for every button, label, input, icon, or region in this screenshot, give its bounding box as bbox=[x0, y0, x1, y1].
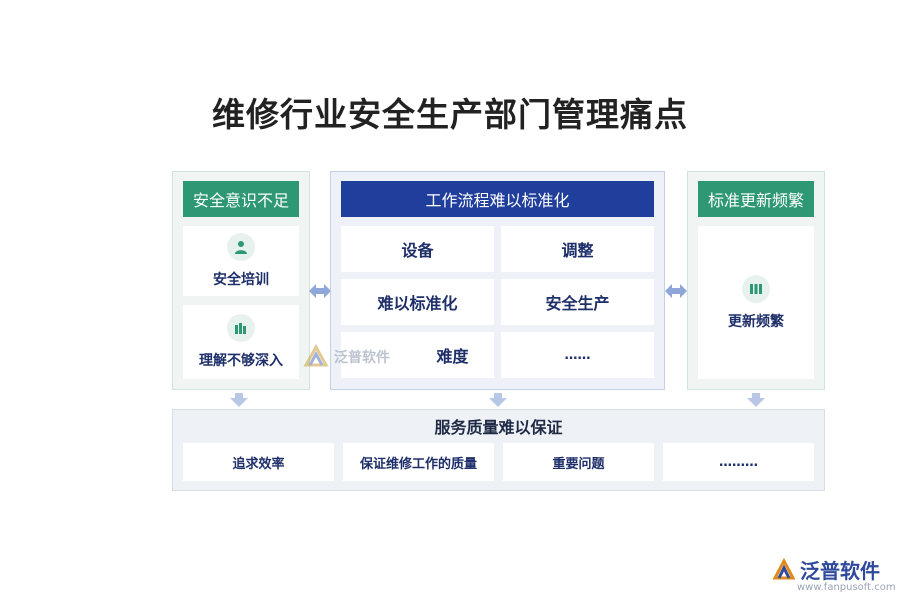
cell-ensure-quality: 保证维修工作的质量 bbox=[343, 443, 494, 481]
double-arrow-icon bbox=[309, 284, 331, 298]
panel-service-quality: 服务质量难以保证 追求效率 保证维修工作的质量 重要问题 ……… bbox=[172, 409, 825, 491]
card-safety-training-label: 安全培训 bbox=[213, 272, 269, 288]
cell-pursue-efficiency: 追求效率 bbox=[183, 443, 334, 481]
down-arrow-icon bbox=[230, 393, 248, 407]
panel-safety-awareness: 安全意识不足 安全培训 理解不够深入 bbox=[172, 171, 310, 390]
folders-icon bbox=[742, 274, 770, 303]
watermark: 泛普软件 bbox=[302, 343, 390, 371]
card-safety-training: 安全培训 bbox=[183, 226, 299, 296]
card-understanding: 理解不够深入 bbox=[183, 305, 299, 379]
cell-equipment: 设备 bbox=[341, 226, 494, 272]
cell-pursue-efficiency-label: 追求效率 bbox=[232, 456, 285, 472]
cell-ensure-quality-label: 保证维修工作的质量 bbox=[359, 456, 477, 472]
down-arrow-icon bbox=[747, 393, 765, 407]
cell-adjust: 调整 bbox=[501, 226, 654, 272]
watermark-logo-icon bbox=[303, 343, 329, 367]
down-arrow-icon bbox=[489, 393, 507, 407]
brand-logo-icon bbox=[772, 557, 796, 579]
person-icon bbox=[227, 233, 255, 261]
panel-standard-updates-header: 标准更新频繁 bbox=[698, 181, 814, 217]
panel-service-quality-header: 服务质量难以保证 bbox=[434, 418, 563, 437]
card-frequent-updates-label: 更新频繁 bbox=[728, 313, 784, 330]
double-arrow-icon bbox=[665, 284, 687, 298]
panel-workflow-header: 工作流程难以标准化 bbox=[341, 181, 654, 217]
cell-more-label: …… bbox=[564, 347, 591, 363]
cell-safe-production: 安全生产 bbox=[501, 279, 654, 325]
brand-logo-name: 泛普软件 bbox=[800, 559, 880, 583]
cell-more-bottom: ……… bbox=[663, 443, 814, 481]
cell-hard-to-standardize: 难以标准化 bbox=[341, 279, 494, 325]
cell-important-issue: 重要问题 bbox=[503, 443, 654, 481]
cell-equipment-label: 设备 bbox=[401, 241, 434, 260]
page-title: 维修行业安全生产部门管理痛点 bbox=[212, 95, 688, 134]
brand-logo-url: www.fanpusoft.com bbox=[797, 582, 896, 593]
books-icon bbox=[227, 314, 255, 342]
card-frequent-updates: 更新频繁 bbox=[698, 226, 814, 379]
card-understanding-label: 理解不够深入 bbox=[199, 353, 283, 369]
panel-standard-updates: 标准更新频繁 更新频繁 bbox=[687, 171, 825, 390]
cell-more: …… bbox=[501, 332, 654, 378]
cell-hard-to-standardize-label: 难以标准化 bbox=[377, 294, 458, 313]
panel-safety-awareness-header: 安全意识不足 bbox=[183, 181, 299, 217]
cell-more-bottom-label: ……… bbox=[719, 454, 758, 470]
cell-important-issue-label: 重要问题 bbox=[552, 456, 605, 472]
cell-difficulty-label: 难度 bbox=[436, 347, 469, 366]
cell-adjust-label: 调整 bbox=[561, 241, 594, 260]
brand-logo: 泛普软件 bbox=[772, 555, 880, 584]
cell-safe-production-label: 安全生产 bbox=[545, 294, 610, 313]
watermark-text: 泛普软件 bbox=[334, 350, 390, 366]
